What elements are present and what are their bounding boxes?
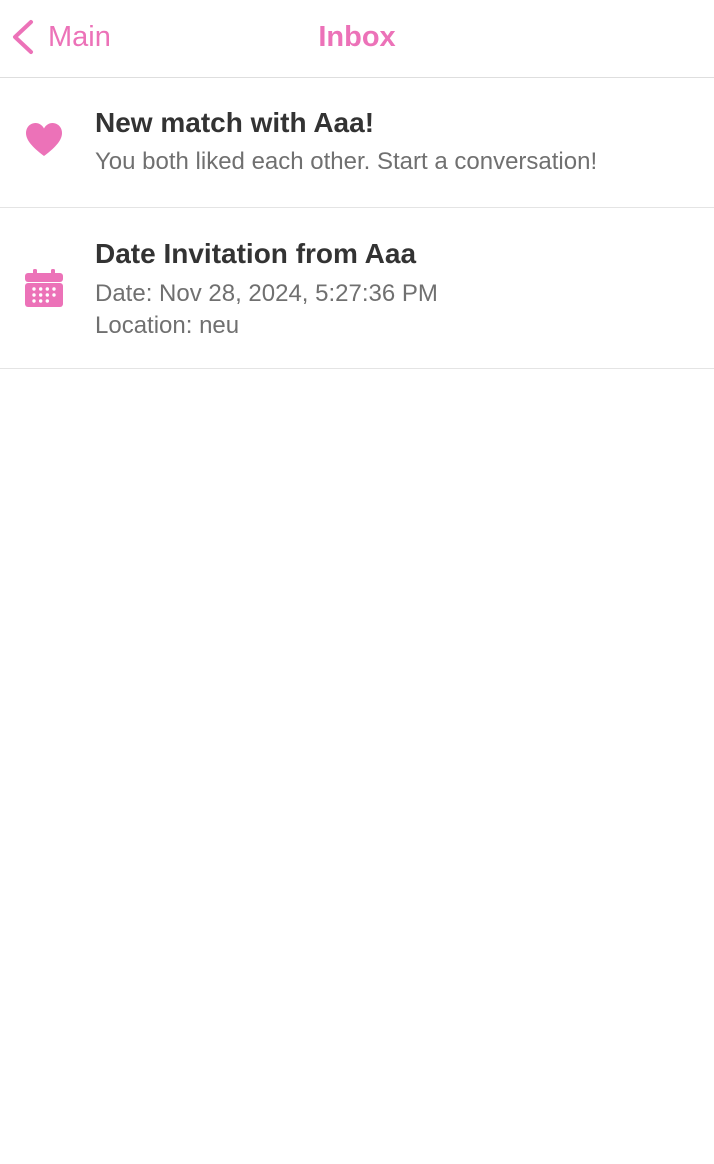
inbox-list: New match with Aaa! You both liked each …: [0, 78, 714, 369]
inbox-item-content: Date Invitation from Aaa Date: Nov 28, 2…: [95, 236, 694, 342]
calendar-icon: [25, 269, 63, 307]
inbox-item-date-invitation[interactable]: Date Invitation from Aaa Date: Nov 28, 2…: [0, 208, 714, 369]
inbox-item-message: You both liked each other. Start a conve…: [95, 148, 598, 175]
back-button[interactable]: Main: [10, 14, 111, 60]
chevron-left-icon: [13, 20, 33, 54]
inbox-item-content: New match with Aaa! You both liked each …: [95, 105, 694, 178]
heart-icon: [26, 123, 62, 156]
inbox-item-title: New match with Aaa!: [95, 107, 375, 138]
navigation-bar: Main Inbox: [0, 0, 714, 78]
back-button-label: Main: [48, 21, 111, 53]
date-line: Date: Nov 28, 2024, 5:27:36 PM: [95, 280, 438, 307]
inbox-item-title: Date Invitation from Aaa: [95, 238, 417, 269]
inbox-item-match[interactable]: New match with Aaa! You both liked each …: [0, 78, 714, 208]
location-line: Location: neu: [95, 312, 240, 339]
inbox-screen: Main Inbox New match with Aaa! You both …: [0, 0, 714, 1164]
